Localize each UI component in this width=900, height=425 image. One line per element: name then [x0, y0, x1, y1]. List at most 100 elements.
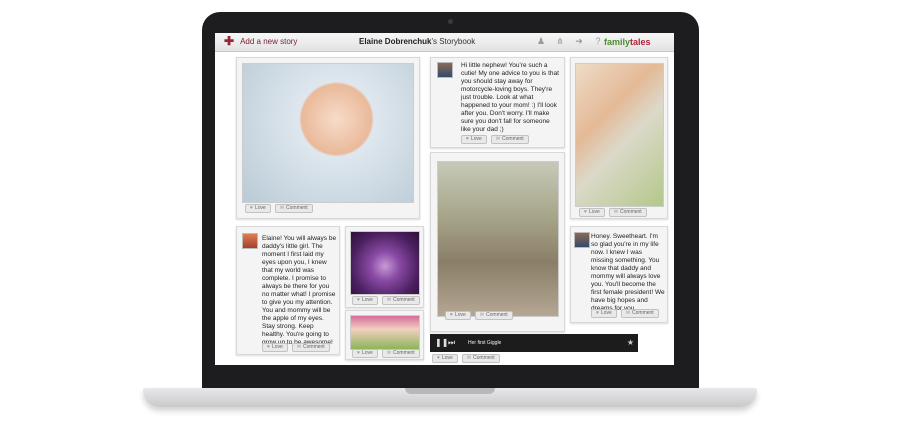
love-label: Love — [271, 344, 283, 350]
love-label: Love — [361, 297, 373, 303]
family-tree-icon[interactable]: ⋔ — [555, 36, 565, 46]
love-label: Love — [441, 355, 453, 361]
card-actions: ♥ Love ✉ Comment — [445, 311, 513, 320]
family-photo[interactable] — [437, 161, 559, 317]
heart-icon: ♥ — [437, 355, 440, 361]
comment-label: Comment — [286, 205, 308, 211]
baby-photo[interactable] — [242, 63, 414, 203]
love-label: Love — [361, 350, 373, 356]
comment-button[interactable]: ✉ Comment — [291, 343, 330, 352]
love-button[interactable]: ♥ Love — [262, 343, 288, 352]
card-actions: ♥ Love ✉ Comment — [352, 296, 420, 305]
love-button[interactable]: ♥ Love — [352, 296, 378, 305]
heart-icon: ♥ — [584, 209, 587, 215]
comment-label: Comment — [303, 344, 325, 350]
comment-icon: ✉ — [279, 205, 285, 211]
audio-player: ❚❚ ⏭ Her first Giggle ★ — [430, 334, 638, 352]
avatar — [242, 233, 258, 249]
player-actions: ♥ Love ✉ Comment — [432, 354, 500, 363]
camera — [448, 19, 453, 24]
brand-family: family — [604, 37, 631, 47]
love-button[interactable]: ♥ Love — [591, 309, 617, 318]
heart-icon: ♥ — [250, 205, 253, 211]
card-actions: ♥ Love ✉ Comment — [579, 208, 647, 217]
top-bar: ✚ Add a new story Elaine Dobrenchuk's St… — [215, 33, 674, 52]
story-card-hat[interactable]: ♥ Love ✉ Comment — [345, 310, 424, 360]
love-button[interactable]: ♥ Love — [352, 349, 378, 358]
love-button[interactable]: ♥ Love — [245, 204, 271, 213]
love-label: Love — [454, 312, 466, 318]
story-card-family[interactable]: ♥ Love ✉ Comment — [430, 152, 565, 332]
story-card-ultrasound[interactable]: ♥ Love ✉ Comment — [345, 226, 424, 308]
story-card-baby[interactable]: ♥ Love ✉ Comment — [236, 57, 420, 219]
card-actions: ♥ Love ✉ Comment — [461, 135, 529, 144]
comment-label: Comment — [620, 209, 642, 215]
avatar — [437, 62, 453, 78]
comment-label: Comment — [473, 355, 495, 361]
comment-icon: ✉ — [625, 310, 631, 316]
comment-icon: ✉ — [495, 136, 501, 142]
comment-icon: ✉ — [479, 312, 485, 318]
comment-button[interactable]: ✉ Comment — [381, 296, 420, 305]
comment-label: Comment — [393, 297, 415, 303]
brand-logo: familytales — [604, 37, 651, 47]
comment-icon: ✉ — [613, 209, 619, 215]
heart-icon: ♥ — [596, 310, 599, 316]
comment-button[interactable]: ✉ Comment — [620, 309, 659, 318]
love-button[interactable]: ♥ Love — [579, 208, 605, 217]
comment-label: Comment — [502, 136, 524, 142]
add-story-button[interactable]: ✚ Add a new story — [224, 34, 298, 48]
comment-button[interactable]: ✉ Comment — [474, 311, 513, 320]
help-icon[interactable]: ? — [593, 36, 603, 46]
title-suffix: 's Storybook — [431, 37, 476, 46]
heart-icon: ♥ — [466, 136, 469, 142]
skip-forward-icon[interactable]: ⏭ — [448, 338, 455, 348]
comment-icon: ✉ — [466, 355, 472, 361]
story-card-honey[interactable]: Honey. Sweetheart. I'm so glad you're in… — [570, 226, 668, 323]
comment-button[interactable]: ✉ Comment — [608, 208, 647, 217]
comment-label: Comment — [486, 312, 508, 318]
card-actions: ♥ Love ✉ Comment — [262, 343, 330, 352]
heart-icon: ♥ — [450, 312, 453, 318]
love-button[interactable]: ♥ Love — [445, 311, 471, 320]
comment-button[interactable]: ✉ Comment — [461, 354, 500, 363]
story-card-nephew[interactable]: Hi little nephew! You're such a cutie! M… — [430, 57, 565, 148]
reading-photo[interactable] — [575, 63, 664, 207]
logout-icon[interactable]: ➜ — [574, 36, 584, 46]
love-label: Love — [588, 209, 600, 215]
love-label: Love — [470, 136, 482, 142]
story-card-reading[interactable]: ♥ Love ✉ Comment — [570, 57, 668, 219]
comment-label: Comment — [393, 350, 415, 356]
toolbar-icons: ♟ ⋔ ➜ ? — [536, 36, 603, 46]
screen: ✚ Add a new story Elaine Dobrenchuk's St… — [215, 33, 674, 365]
story-card-elaine[interactable]: Elaine! You will always be daddy's littl… — [236, 226, 340, 355]
star-icon[interactable]: ★ — [627, 338, 634, 348]
heart-icon: ♥ — [357, 297, 360, 303]
owner-name: Elaine Dobrenchuk — [359, 37, 432, 46]
ultrasound-photo[interactable] — [350, 231, 420, 295]
plus-icon: ✚ — [224, 34, 235, 48]
message-text: Hi little nephew! You're such a cutie! M… — [461, 62, 559, 133]
card-actions: ♥ Love ✉ Comment — [352, 349, 420, 358]
add-story-label: Add a new story — [240, 36, 298, 46]
comment-button[interactable]: ✉ Comment — [381, 349, 420, 358]
card-actions: ♥ Love ✉ Comment — [245, 204, 313, 213]
baby-hat-photo[interactable] — [350, 315, 420, 350]
card-actions: ♥ Love ✉ Comment — [591, 309, 659, 318]
message-text: Honey. Sweetheart. I'm so glad you're in… — [591, 233, 665, 312]
person-icon[interactable]: ♟ — [536, 36, 546, 46]
comment-icon: ✉ — [386, 297, 392, 303]
comment-button[interactable]: ✉ Comment — [490, 135, 529, 144]
pause-icon[interactable]: ❚❚ — [435, 338, 448, 348]
message-text: Elaine! You will always be daddy's littl… — [262, 235, 337, 346]
love-button[interactable]: ♥ Love — [461, 135, 487, 144]
love-button[interactable]: ♥ Love — [432, 354, 458, 363]
love-label: Love — [600, 310, 612, 316]
heart-icon: ♥ — [357, 350, 360, 356]
comment-label: Comment — [632, 310, 654, 316]
comment-icon: ✉ — [386, 350, 392, 356]
track-title: Her first Giggle — [468, 340, 502, 346]
laptop-notch — [405, 388, 495, 394]
comment-button[interactable]: ✉ Comment — [274, 204, 313, 213]
page-title: Elaine Dobrenchuk's Storybook — [359, 37, 475, 46]
